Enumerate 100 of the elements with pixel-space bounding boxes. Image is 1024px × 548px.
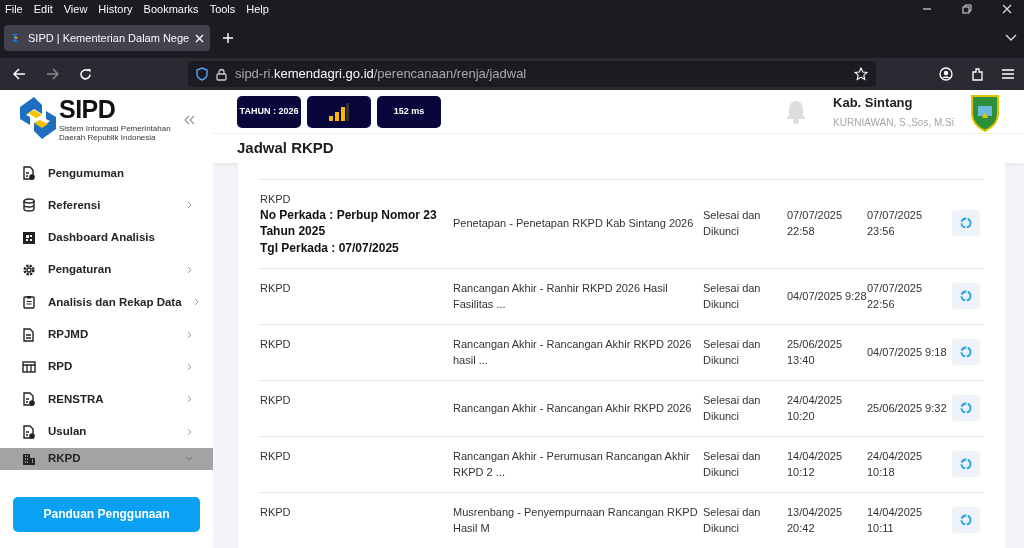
loading-icon — [960, 514, 972, 526]
browser-tab[interactable]: SIPD | Kementerian Dalam Nege — [4, 25, 211, 51]
database-icon — [22, 198, 36, 213]
sidebar-label: RPD — [48, 359, 73, 375]
sidebar-label: Analisis dan Rekap Data — [48, 294, 182, 310]
address-bar[interactable]: sipd-ri.kemendagri.go.id/perencanaan/renja/jadwal — [188, 61, 876, 87]
sidebar-label: RKPD — [48, 451, 81, 467]
menu-item[interactable]: Bookmarks — [143, 0, 199, 18]
lock-icon — [216, 67, 227, 81]
menu-item[interactable]: View — [63, 0, 88, 18]
close-icon[interactable] — [1002, 4, 1012, 14]
action-button[interactable] — [952, 210, 980, 237]
back-icon[interactable] — [13, 68, 26, 80]
table-cell-text: RKPD — [260, 393, 292, 408]
table-cell-text: Rancangan Akhir - Ranhir RKPD 2026 Hasil Fasilitas ... — [453, 281, 669, 312]
table-cell-text: 14/04/2025 10:12 — [787, 449, 844, 480]
year-badge: TAHUN : 2026 — [237, 95, 301, 128]
loading-icon — [960, 217, 972, 230]
table-cell-text: 24/04/2025 10:20 — [787, 393, 844, 424]
settings-icon — [22, 263, 36, 278]
dashboard-icon — [22, 230, 36, 245]
collapse-icon[interactable] — [184, 115, 195, 125]
sidebar-item[interactable]: Usulan — [0, 415, 213, 448]
table-cell-text: Selesai dan Dikunci — [703, 208, 762, 240]
account-icon[interactable] — [939, 67, 953, 81]
menu-item[interactable]: Edit — [33, 0, 53, 18]
loading-icon — [960, 290, 972, 302]
table-cell-text: 07/07/2025 22:56 — [867, 281, 924, 312]
sidebar-label: Usulan — [48, 423, 87, 439]
restore-icon[interactable] — [962, 4, 972, 14]
signal-icon — [328, 101, 350, 122]
url-text: sipd-ri.kemendagri.go.id/perencanaan/renja/jadwal — [235, 65, 527, 84]
table-cell-text: 25/06/2025 13:40 — [787, 337, 844, 368]
sidebar-label: Pengaturan — [48, 262, 112, 278]
action-button[interactable] — [952, 339, 980, 365]
sidebar-item[interactable]: RPJMD — [0, 318, 213, 351]
table-cell-text: Selesai dan Dikunci — [703, 449, 762, 480]
action-button[interactable] — [952, 451, 980, 477]
table-cell-text: 13/04/2025 20:42 — [787, 505, 844, 536]
extensions-icon[interactable] — [971, 67, 984, 81]
loading-icon — [960, 346, 972, 358]
sidebar-item[interactable]: Analisis dan Rekap Data — [0, 286, 213, 319]
document-icon — [22, 327, 36, 342]
forward-icon[interactable] — [46, 68, 59, 80]
logo-subtitle: Sistem Informasi Pemerintahan Daerah Republik Indonesia — [59, 124, 171, 142]
user-name: KURNIAWAN, S.,Sos, M.Si — [833, 116, 954, 131]
table-cell-text: 04/07/2025 9:28 — [787, 290, 867, 302]
table-cell-text: Selesai dan Dikunci — [703, 281, 762, 312]
perkada-date: Tgl Perkada : 07/07/2025 — [260, 239, 400, 256]
table-cell-text: 24/04/2025 10:18 — [867, 449, 924, 480]
reload-icon[interactable] — [79, 67, 92, 81]
sidebar-label: RENSTRA — [48, 391, 104, 407]
table-cell-text: RKPD — [260, 191, 292, 207]
table-icon — [22, 359, 36, 374]
latency-badge: 152 ms — [377, 95, 441, 128]
sidebar-item[interactable]: Pengumuman — [0, 157, 213, 190]
sidebar-label: Pengumuman — [48, 165, 125, 181]
table-cell-text: Musrenbang - Penyempurnaan Rancangan RKPD Hasil M — [453, 505, 699, 536]
page-title: Jadwal RKPD — [213, 134, 1024, 163]
shield-icon — [196, 67, 208, 81]
sidebar-item[interactable]: Dashboard Analisis — [0, 221, 213, 254]
logo-text: SIPD — [59, 97, 117, 122]
tab-title: SIPD | Kementerian Dalam Nege — [28, 30, 190, 46]
table-cell-text: 25/06/2025 9:32 — [867, 401, 947, 416]
table-cell-text: Selesai dan Dikunci — [703, 337, 762, 368]
sidebar-item[interactable]: RENSTRA — [0, 383, 213, 416]
menu-item[interactable]: History — [98, 0, 133, 18]
new-tab-icon[interactable] — [222, 32, 235, 44]
sidebar-label: Dashboard Analisis — [48, 230, 155, 246]
menu-item[interactable]: File — [5, 0, 23, 18]
sidebar-item[interactable]: RKPD — [0, 447, 213, 470]
table-cell-text: Selesai dan Dikunci — [703, 393, 762, 424]
sipd-logo-icon — [20, 97, 56, 139]
building-icon — [22, 451, 36, 466]
document-info-icon — [22, 424, 36, 439]
table-cell-text: Rancangan Akhir - Rancangan Akhir RKPD 2026 — [453, 401, 693, 416]
table-cell-text: Rancangan Akhir - Rancangan Akhir RKPD 2026 hasil ... — [453, 337, 693, 368]
document-info-icon — [22, 166, 36, 181]
action-button[interactable] — [952, 283, 980, 309]
action-button[interactable] — [952, 507, 980, 533]
table-cell-text: RKPD — [260, 281, 292, 296]
table-cell-text: RKPD — [260, 337, 292, 352]
table-cell-text: RKPD — [260, 505, 292, 520]
sidebar-label: Referensi — [48, 197, 101, 213]
action-button[interactable] — [952, 395, 980, 421]
perkada-number: No Perkada : Perbup Nomor 23 Tahun 2025 — [260, 206, 438, 240]
bookmark-star-icon[interactable] — [854, 67, 868, 81]
region-name: Kab. Sintang — [833, 94, 914, 112]
chevron-down-icon[interactable] — [1005, 34, 1017, 42]
sidebar-item[interactable]: Pengaturan — [0, 253, 213, 287]
menu-item[interactable]: Help — [246, 0, 269, 18]
table-cell-text: 04/07/2025 9:18 — [867, 345, 947, 360]
clipboard-icon — [22, 295, 36, 310]
loading-icon — [960, 458, 972, 470]
menu-icon[interactable] — [1002, 69, 1014, 79]
menu-item[interactable]: Tools — [209, 0, 236, 18]
sidebar-item[interactable]: RPD — [0, 350, 213, 384]
table-cell-text: RKPD — [260, 449, 292, 464]
table-cell-text: 07/07/2025 22:58 — [787, 208, 844, 240]
sidebar-item[interactable]: Referensi — [0, 189, 213, 222]
